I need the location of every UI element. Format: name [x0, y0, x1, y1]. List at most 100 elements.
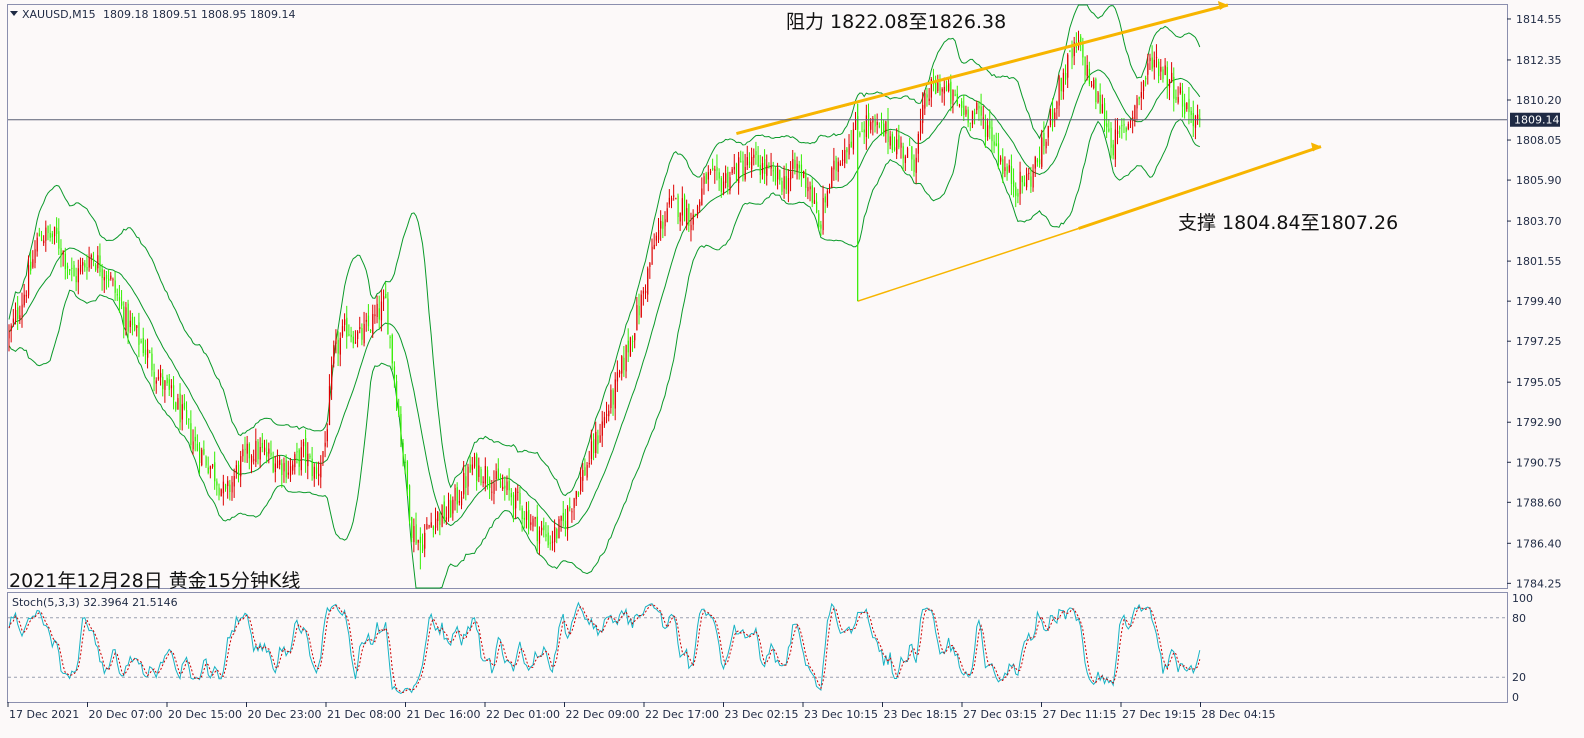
candle-body: [844, 150, 846, 164]
candle-body: [326, 429, 328, 442]
candle-body: [246, 443, 248, 454]
candle-body: [298, 449, 300, 467]
time-tick-label: 23 Dec 10:15: [804, 708, 878, 721]
candle-body: [220, 489, 222, 497]
candle-body: [694, 213, 697, 215]
candle-body: [502, 486, 504, 490]
candle-body: [499, 481, 502, 488]
candle-body: [683, 195, 686, 222]
candle-body: [829, 186, 831, 188]
candle-body: [1097, 92, 1099, 103]
candle-body: [114, 280, 116, 293]
candle-body: [534, 517, 536, 519]
candle-body: [510, 493, 512, 498]
candle-body: [1184, 103, 1186, 114]
candle-body: [287, 472, 289, 475]
candle-body: [603, 417, 606, 426]
candle-body: [101, 268, 103, 278]
candle-body: [491, 491, 493, 493]
candle-body: [237, 464, 240, 477]
candle-body: [131, 316, 134, 326]
candle-body: [928, 98, 930, 101]
candle-body: [322, 451, 324, 462]
candle-body: [1054, 112, 1056, 121]
candle-body: [1056, 101, 1058, 109]
candle-body: [1136, 98, 1138, 109]
candle-body: [859, 133, 861, 136]
candle-body: [709, 171, 712, 173]
price-tick-label: 1786.40: [1516, 537, 1562, 550]
candle-body: [56, 227, 58, 234]
candle-body: [662, 221, 664, 229]
candle-body: [621, 356, 623, 374]
support-annotation: 支撑 1804.84至1807.26: [1178, 212, 1399, 234]
candle-body: [166, 377, 168, 384]
candle-body: [599, 435, 601, 443]
candle-body: [313, 466, 315, 479]
candle-body: [183, 402, 186, 409]
candle-body: [105, 274, 108, 279]
candle-body: [904, 156, 907, 164]
candle-body: [473, 456, 476, 467]
candle-body: [214, 462, 216, 482]
candle-body: [108, 278, 110, 281]
price-tick-label: 1814.55: [1516, 13, 1562, 26]
candle-body: [337, 339, 339, 354]
candle-body: [950, 81, 952, 104]
candle-body: [296, 451, 298, 453]
candle-body: [99, 255, 101, 273]
candle-body: [649, 263, 651, 268]
candle-body: [1173, 76, 1175, 99]
candle-body: [757, 155, 759, 167]
candle-body: [320, 463, 322, 478]
candle-body: [331, 365, 333, 390]
candle-body: [571, 511, 573, 513]
candle-body: [774, 167, 777, 182]
candle-body: [1071, 48, 1073, 58]
candle-body: [103, 277, 105, 281]
candle-body: [712, 168, 714, 170]
candle-body: [759, 164, 761, 176]
price-tick-label: 1805.90: [1516, 174, 1562, 187]
candle-body: [980, 106, 982, 116]
candle-body: [428, 525, 430, 528]
candle-body: [1067, 54, 1069, 78]
candle-body: [181, 404, 183, 420]
candle-body: [32, 259, 34, 268]
candle-body: [746, 157, 748, 166]
candle-body: [900, 142, 902, 148]
candle-body: [445, 517, 448, 520]
candle-body: [478, 465, 480, 477]
candle-body: [157, 376, 160, 380]
candle-body: [842, 159, 844, 161]
trading-chart[interactable]: 1814.55 1812.35 1810.20 1808.05 1805.90 1803.…: [0, 0, 1584, 738]
candle-body: [335, 338, 337, 344]
candle-body: [751, 156, 753, 170]
candle-body: [943, 86, 945, 94]
candle-body: [285, 460, 287, 478]
candle-body: [1121, 125, 1123, 127]
candle-body: [40, 239, 43, 242]
price-tick-label: 1795.05: [1516, 376, 1562, 389]
candle-body: [439, 513, 441, 525]
candle-body: [690, 224, 692, 231]
candle-body: [36, 237, 38, 252]
candle-body: [748, 161, 751, 165]
candle-body: [878, 125, 881, 127]
candle-body: [190, 423, 192, 446]
candle-body: [896, 139, 898, 155]
candle-body: [614, 379, 616, 409]
candle-body: [619, 371, 621, 374]
candle-body: [1108, 128, 1110, 132]
candle-body: [110, 275, 112, 279]
candle-body: [21, 304, 23, 317]
candle-body: [699, 201, 701, 207]
candle-body: [787, 178, 790, 194]
candle-body: [289, 466, 292, 476]
price-tick-label: 1810.20: [1516, 94, 1562, 107]
candle-body: [820, 224, 822, 229]
candle-body: [151, 353, 153, 371]
candle-body: [504, 485, 506, 489]
candle-body: [629, 337, 632, 357]
candle-body: [740, 161, 742, 163]
